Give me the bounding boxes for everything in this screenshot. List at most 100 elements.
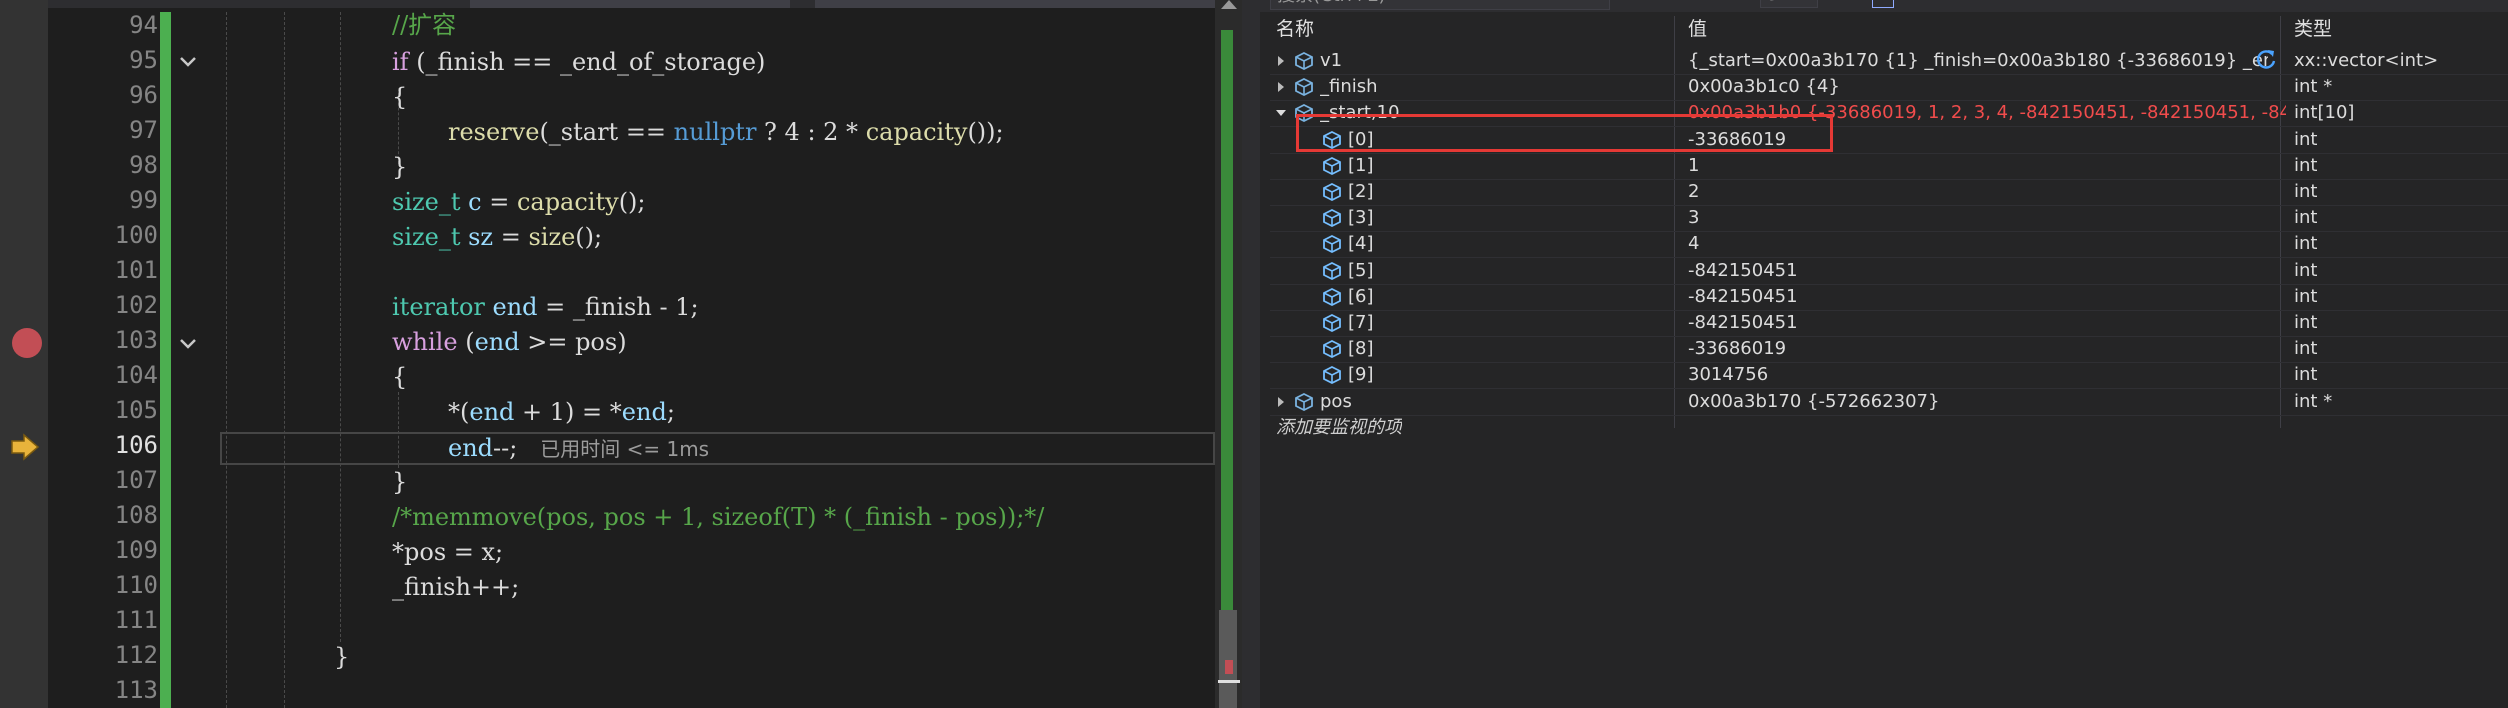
watch-value[interactable]: -842150451 bbox=[1688, 310, 2286, 336]
watch-row[interactable]: [4] 4 int bbox=[1270, 231, 2508, 257]
keyword: if bbox=[392, 48, 409, 76]
expand-arrow-right-icon[interactable] bbox=[1278, 396, 1284, 407]
watch-name: pos bbox=[1320, 390, 1352, 412]
line-number: 99 bbox=[129, 186, 158, 214]
code-editor[interactable]: 94 95 96 97 98 99 100 101 102 103 104 105 106 107 108 1… bbox=[0, 0, 1242, 708]
watch-type: int bbox=[2294, 259, 2318, 281]
code-text: *( bbox=[448, 398, 470, 426]
variable: end bbox=[469, 398, 515, 426]
watch-row[interactable]: [3] 3 int bbox=[1270, 205, 2508, 231]
expand-arrow-down-icon[interactable] bbox=[1276, 110, 1286, 117]
watch-value[interactable]: 3014756 bbox=[1688, 362, 2286, 388]
pane-splitter[interactable] bbox=[1242, 0, 1260, 708]
comment: /*memmove(pos, pos + 1, sizeof(T) * (_fi… bbox=[392, 503, 1045, 531]
expand-arrow-right-icon[interactable] bbox=[1278, 82, 1284, 93]
variable: c bbox=[460, 188, 482, 216]
line-number: 110 bbox=[114, 571, 158, 599]
watch-name: [3] bbox=[1348, 207, 1374, 229]
add-watch-placeholder[interactable]: 添加要监视的项 bbox=[1276, 415, 1402, 441]
watch-name: [2] bbox=[1348, 181, 1374, 202]
watch-value[interactable]: 2 bbox=[1688, 179, 2286, 205]
watch-row[interactable]: [8] -33686019 int bbox=[1270, 336, 2508, 362]
watch-type: int bbox=[2294, 364, 2318, 386]
tab-class-selector[interactable] bbox=[470, 0, 790, 8]
watch-value[interactable]: 4 bbox=[1688, 231, 2286, 257]
view-toggle-icon[interactable] bbox=[1872, 0, 1894, 8]
type-name: iterator bbox=[392, 293, 485, 321]
line-number: 107 bbox=[114, 466, 158, 494]
code-line-104: { bbox=[392, 360, 407, 395]
line-number: 95 bbox=[129, 46, 158, 74]
fold-chevron-down-icon[interactable] bbox=[174, 48, 202, 76]
variable: end bbox=[448, 434, 494, 462]
watch-type: int bbox=[2294, 181, 2318, 202]
scrollbar-change-map bbox=[1221, 30, 1233, 620]
code-line-106: end--; 已用时间 <= 1ms bbox=[448, 431, 709, 466]
watch-name: [4] bbox=[1348, 233, 1374, 255]
tab-member-selector[interactable] bbox=[815, 0, 1215, 8]
line-number: 111 bbox=[114, 606, 158, 634]
column-header-value[interactable]: 值 bbox=[1688, 16, 1707, 42]
fold-chevron-down-icon[interactable] bbox=[174, 330, 202, 358]
indent-guide bbox=[284, 12, 285, 708]
watch-row[interactable]: [7] -842150451 int bbox=[1270, 310, 2508, 336]
function-name: capacity bbox=[516, 188, 619, 216]
watch-value[interactable]: -842150451 bbox=[1688, 258, 2286, 284]
watch-name: [7] bbox=[1348, 312, 1374, 333]
watch-row[interactable]: [1] 1 int bbox=[1270, 153, 2508, 179]
code-text: ( bbox=[457, 328, 475, 356]
watch-value[interactable]: {_start=0x00a3b170 {1} _finish=0x00a3b18… bbox=[1688, 48, 2268, 74]
breakpoint-icon[interactable] bbox=[12, 328, 42, 358]
indent-guide bbox=[340, 12, 341, 642]
scrollbar-position-marker bbox=[1218, 680, 1240, 683]
line-number: 97 bbox=[129, 116, 158, 144]
variable: end bbox=[484, 293, 538, 321]
expand-arrow-right-icon[interactable] bbox=[1278, 56, 1284, 66]
line-number: 98 bbox=[129, 151, 158, 179]
element-icon bbox=[1322, 208, 1342, 228]
watch-name: [9] bbox=[1348, 364, 1374, 386]
code-line-108: /*memmove(pos, pos + 1, sizeof(T) * (_fi… bbox=[392, 500, 1044, 535]
watch-row[interactable]: _finish 0x00a3b1c0 {4} int * bbox=[1270, 74, 2508, 100]
watch-value[interactable]: -842150451 bbox=[1688, 284, 2286, 310]
search-depth-dropdown[interactable]: 3 bbox=[1760, 0, 1818, 8]
watch-value[interactable]: 0x00a3b170 {-572662307} bbox=[1688, 389, 2286, 415]
add-watch-row[interactable]: 添加要监视的项 bbox=[1270, 415, 2508, 441]
watch-value[interactable]: 1 bbox=[1688, 153, 2286, 179]
code-text: { bbox=[392, 83, 408, 111]
column-header-name[interactable]: 名称 bbox=[1276, 16, 1314, 42]
code-line-105: *(end + 1) = *end; bbox=[448, 395, 675, 430]
watch-row[interactable]: [2] 2 int bbox=[1270, 179, 2508, 205]
watch-value[interactable]: 3 bbox=[1688, 205, 2286, 231]
code-text: ? 4 : 2 * bbox=[756, 118, 866, 146]
watch-type: int * bbox=[2294, 390, 2333, 412]
watch-row[interactable]: pos 0x00a3b170 {-572662307} int * bbox=[1270, 389, 2508, 415]
editor-scrollbar[interactable] bbox=[1215, 0, 1242, 708]
code-text: (); bbox=[575, 223, 603, 251]
watch-row[interactable]: v1 {_start=0x00a3b170 {1} _finish=0x00a3b… bbox=[1270, 48, 2508, 74]
watch-row[interactable]: [5] -842150451 int bbox=[1270, 258, 2508, 284]
watch-type: int bbox=[2294, 154, 2318, 176]
scroll-up-icon[interactable] bbox=[1221, 0, 1237, 9]
indicator-margin[interactable] bbox=[0, 0, 48, 708]
refresh-icon[interactable] bbox=[2255, 48, 2277, 70]
watch-window[interactable]: 搜索(Ctrl+E) 搜索深度: 3 名称 值 类型 v1 {_start=0x0… bbox=[1260, 0, 2508, 708]
watch-row[interactable]: [6] -842150451 int bbox=[1270, 284, 2508, 310]
code-text: + 1) = * bbox=[514, 398, 622, 426]
watch-type: int bbox=[2294, 338, 2318, 360]
watch-row[interactable]: [9] 3014756 int bbox=[1270, 362, 2508, 388]
watch-search-input[interactable]: 搜索(Ctrl+E) bbox=[1270, 0, 1610, 10]
indent-guide bbox=[226, 12, 227, 708]
line-number: 105 bbox=[114, 396, 158, 424]
perf-tip-elapsed[interactable]: 已用时间 <= 1ms bbox=[540, 437, 709, 461]
field-icon bbox=[1294, 77, 1314, 97]
watch-value[interactable]: 0x00a3b1c0 {4} bbox=[1688, 74, 2286, 100]
element-icon bbox=[1322, 313, 1342, 333]
scrollbar-thumb[interactable] bbox=[1219, 610, 1237, 708]
current-statement-arrow-icon bbox=[11, 433, 40, 461]
code-text: } bbox=[392, 468, 408, 496]
element-icon bbox=[1322, 156, 1342, 176]
watch-value[interactable]: -33686019 bbox=[1688, 336, 2286, 362]
search-depth-label: 搜索深度: bbox=[1670, 0, 1748, 8]
column-header-type[interactable]: 类型 bbox=[2294, 16, 2332, 42]
